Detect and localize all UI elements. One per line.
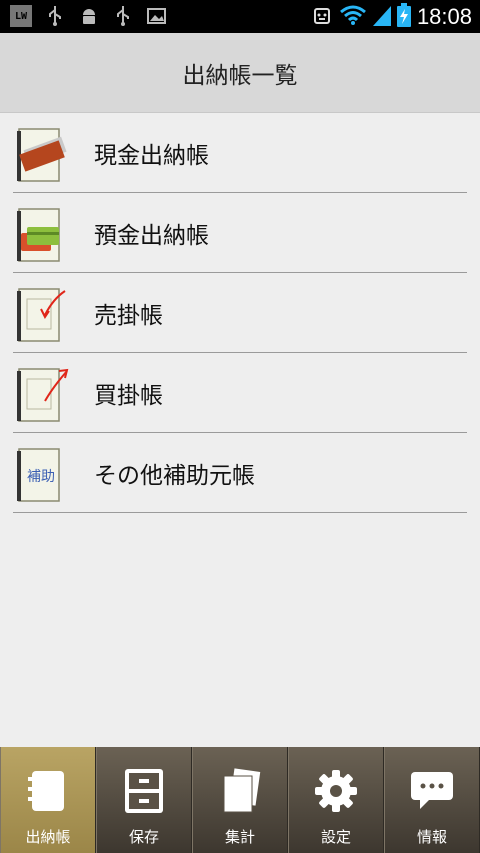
tab-label: 設定 <box>320 828 351 846</box>
app-header: 出納帳一覧 <box>0 33 480 113</box>
list-item-subsidiary-book[interactable]: 補助 その他補助元帳 <box>0 433 480 513</box>
battery-charging-icon <box>396 3 411 31</box>
gear-icon <box>309 764 363 818</box>
subsidiary-icon-text: 補助 <box>27 469 55 485</box>
bottom-navigation: 出納帳 保存 集計 設定 情報 <box>0 747 480 853</box>
chat-icon <box>405 764 459 818</box>
pages-icon <box>213 764 267 818</box>
list-item-label: 売掛帳 <box>94 303 163 329</box>
cash-book-icon <box>15 125 69 183</box>
subsidiary-book-icon: 補助 <box>15 445 69 503</box>
tab-info[interactable]: 情報 <box>384 747 480 853</box>
usb-icon <box>112 5 134 27</box>
clock: 18:08 <box>416 4 472 29</box>
robot-icon <box>311 3 333 31</box>
tab-label: 保存 <box>128 828 159 846</box>
list-item-receivable-book[interactable]: 売掛帳 <box>0 273 480 353</box>
android-icon <box>78 5 100 27</box>
payable-book-icon <box>15 365 69 423</box>
list-item-label: その他補助元帳 <box>94 463 255 489</box>
tab-label: 集計 <box>224 828 255 846</box>
tab-settings[interactable]: 設定 <box>288 747 384 853</box>
image-icon <box>146 5 168 27</box>
notebook-icon <box>21 764 75 818</box>
tab-label: 出納帳 <box>25 828 71 846</box>
status-bar: LW 18:08 <box>0 0 480 33</box>
wifi-icon <box>339 4 367 30</box>
tab-save[interactable]: 保存 <box>96 747 192 853</box>
tab-label: 情報 <box>416 828 447 846</box>
page-title: 出納帳一覧 <box>182 62 298 89</box>
receivable-book-icon <box>15 285 69 343</box>
bank-book-icon <box>15 205 69 263</box>
list-item-cash-book[interactable]: 現金出納帳 <box>0 113 480 193</box>
signal-icon <box>372 4 391 30</box>
list-item-label: 買掛帳 <box>94 383 163 409</box>
list-item-label: 現金出納帳 <box>94 143 209 169</box>
tab-summary[interactable]: 集計 <box>192 747 288 853</box>
ledger-list: 現金出納帳 預金出納帳 売掛帳 買掛帳 補助 その他補助元帳 <box>0 113 480 513</box>
cabinet-icon <box>117 764 171 818</box>
list-item-payable-book[interactable]: 買掛帳 <box>0 353 480 433</box>
list-item-bank-book[interactable]: 預金出納帳 <box>0 193 480 273</box>
list-item-label: 預金出納帳 <box>94 223 209 249</box>
lw-badge: LW <box>10 5 32 27</box>
tab-ledger[interactable]: 出納帳 <box>0 747 96 853</box>
usb-icon <box>44 5 66 27</box>
